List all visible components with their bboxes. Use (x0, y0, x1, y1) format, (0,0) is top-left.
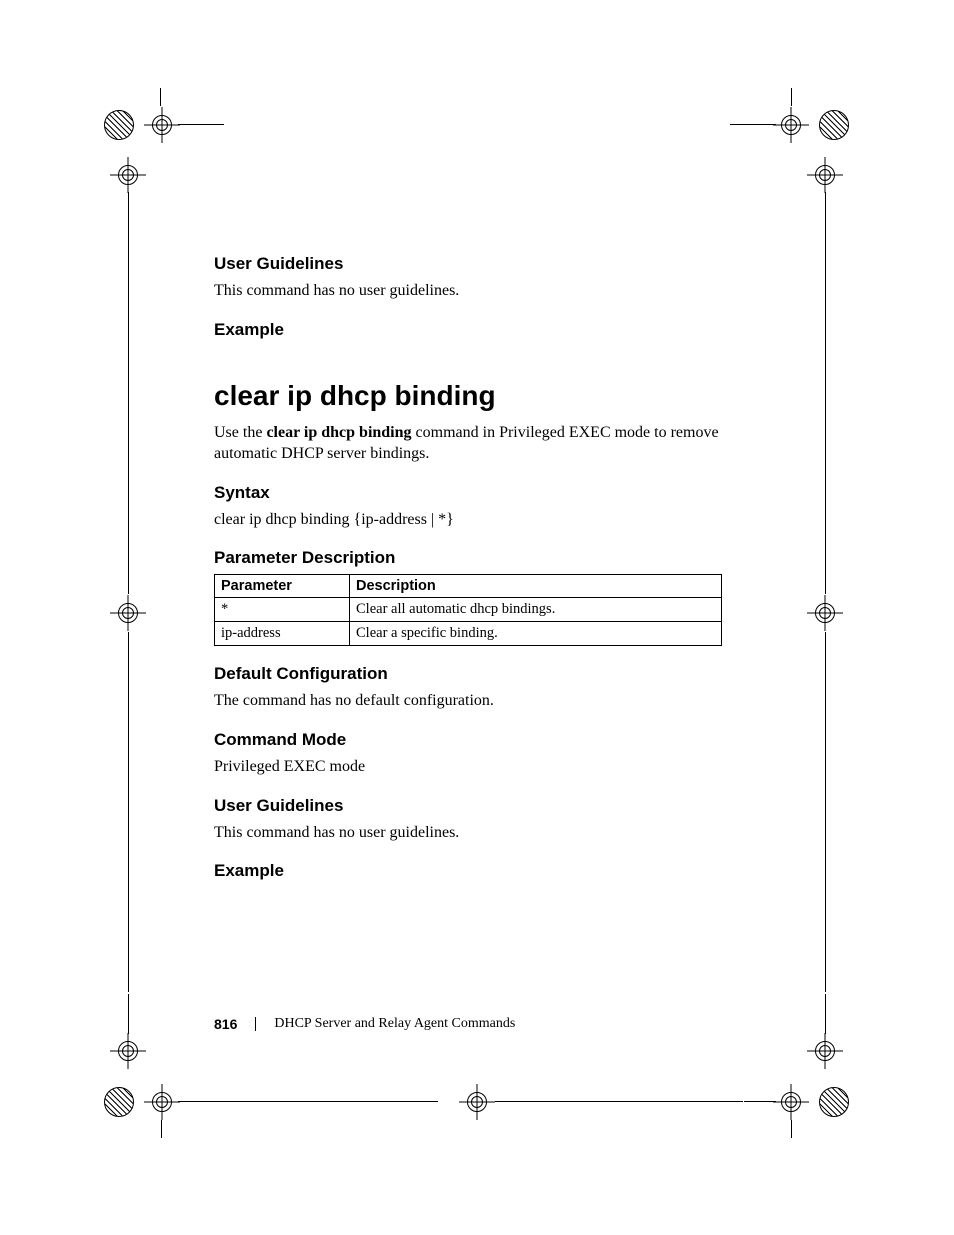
registration-line-icon (128, 632, 129, 992)
table-header-parameter: Parameter (215, 575, 350, 598)
heading-user-guidelines: User Guidelines (214, 254, 722, 274)
registration-tick-icon (791, 1120, 792, 1138)
parameter-table: Parameter Description * Clear all automa… (214, 574, 722, 646)
registration-line-icon (744, 1101, 776, 1102)
registration-line-icon (178, 1101, 438, 1102)
footer-section-title: DHCP Server and Relay Agent Commands (274, 1016, 515, 1032)
registration-line-icon (825, 632, 826, 992)
heading-default-configuration: Default Configuration (214, 664, 722, 684)
registration-line-icon (128, 234, 129, 594)
registration-line-icon (128, 994, 129, 1034)
page-number: 816 (214, 1016, 237, 1032)
registration-crosshair-icon (461, 1086, 493, 1118)
registration-line-icon (825, 234, 826, 594)
registration-line-icon (825, 994, 826, 1034)
heading-parameter-description: Parameter Description (214, 548, 722, 568)
table-row: ip-address Clear a specific binding. (215, 622, 722, 646)
text-user-guidelines-2: This command has no user guidelines. (214, 822, 722, 844)
heading-command-mode: Command Mode (214, 730, 722, 750)
text: Use the (214, 424, 266, 441)
cell-parameter: * (215, 598, 350, 622)
registration-dot-icon (819, 1087, 849, 1117)
page-footer: 816 DHCP Server and Relay Agent Commands (214, 1016, 722, 1032)
registration-crosshair-icon (809, 1035, 841, 1067)
command-title: clear ip dhcp binding (214, 380, 722, 412)
heading-example: Example (214, 320, 722, 340)
text-command-mode: Privileged EXEC mode (214, 756, 722, 778)
table-header-row: Parameter Description (215, 575, 722, 598)
table-row: * Clear all automatic dhcp bindings. (215, 598, 722, 622)
registration-tick-icon (791, 88, 792, 106)
registration-tick-icon (161, 1120, 162, 1138)
cell-description: Clear all automatic dhcp bindings. (350, 598, 722, 622)
heading-syntax: Syntax (214, 483, 722, 503)
registration-dot-icon (104, 110, 134, 140)
page-content: User Guidelines This command has no user… (214, 254, 722, 881)
text-default-configuration: The command has no default configuration… (214, 690, 722, 712)
registration-crosshair-icon (112, 597, 144, 629)
command-description: Use the clear ip dhcp binding command in… (214, 422, 722, 465)
cell-parameter: ip-address (215, 622, 350, 646)
text-user-guidelines: This command has no user guidelines. (214, 280, 722, 302)
registration-crosshair-icon (146, 109, 178, 141)
registration-line-icon (495, 1101, 743, 1102)
heading-user-guidelines-2: User Guidelines (214, 796, 722, 816)
registration-line-icon (178, 124, 224, 125)
table-header-description: Description (350, 575, 722, 598)
registration-line-icon (128, 192, 129, 234)
syntax-text: clear ip dhcp binding {ip-address | *} (214, 509, 722, 531)
registration-tick-icon (160, 88, 161, 106)
registration-line-icon (825, 192, 826, 234)
registration-crosshair-icon (112, 159, 144, 191)
registration-line-icon (730, 124, 776, 125)
footer-separator-icon (255, 1017, 256, 1031)
registration-crosshair-icon (112, 1035, 144, 1067)
command-name-bold: clear ip dhcp binding (266, 424, 411, 441)
registration-crosshair-icon (809, 159, 841, 191)
registration-crosshair-icon (775, 1086, 807, 1118)
registration-crosshair-icon (775, 109, 807, 141)
registration-dot-icon (104, 1087, 134, 1117)
heading-example-2: Example (214, 861, 722, 881)
registration-crosshair-icon (809, 597, 841, 629)
registration-crosshair-icon (146, 1086, 178, 1118)
registration-dot-icon (819, 110, 849, 140)
cell-description: Clear a specific binding. (350, 622, 722, 646)
